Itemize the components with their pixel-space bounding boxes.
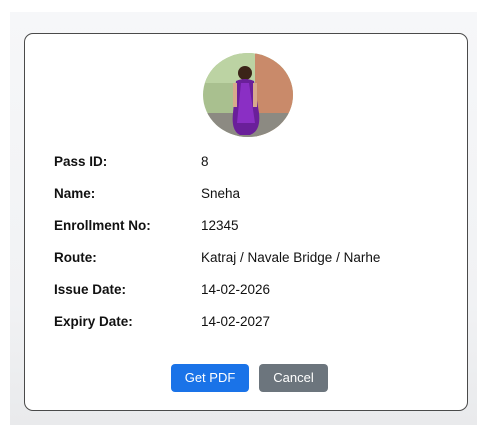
name-value: Sneha [201,186,241,201]
enrollment-row: Enrollment No: 12345 [54,216,454,236]
cancel-button[interactable]: Cancel [259,364,328,392]
issue-date-label: Issue Date: [54,282,127,297]
issue-date-value: 14-02-2026 [201,282,271,297]
name-row: Name: Sneha [54,184,454,204]
enrollment-value: 12345 [201,218,239,233]
route-row: Route: Katraj / Navale Bridge / Narhe [54,248,454,268]
profile-photo [203,53,293,137]
get-pdf-button[interactable]: Get PDF [171,364,249,392]
enrollment-label: Enrollment No: [54,218,151,233]
pass-id-label: Pass ID: [54,154,108,169]
route-value: Katraj / Navale Bridge / Narhe [201,250,381,265]
pass-id-value: 8 [201,154,209,169]
pass-details-card: Pass ID: 8 Name: Sneha Enrollment No: 12… [24,33,468,411]
route-label: Route: [54,250,97,265]
expiry-date-label: Expiry Date: [54,314,133,329]
issue-date-row: Issue Date: 14-02-2026 [54,280,454,300]
expiry-date-row: Expiry Date: 14-02-2027 [54,312,454,332]
name-label: Name: [54,186,96,201]
expiry-date-value: 14-02-2027 [201,314,271,329]
pass-id-row: Pass ID: 8 [54,152,454,172]
person-photo-icon [203,53,293,137]
